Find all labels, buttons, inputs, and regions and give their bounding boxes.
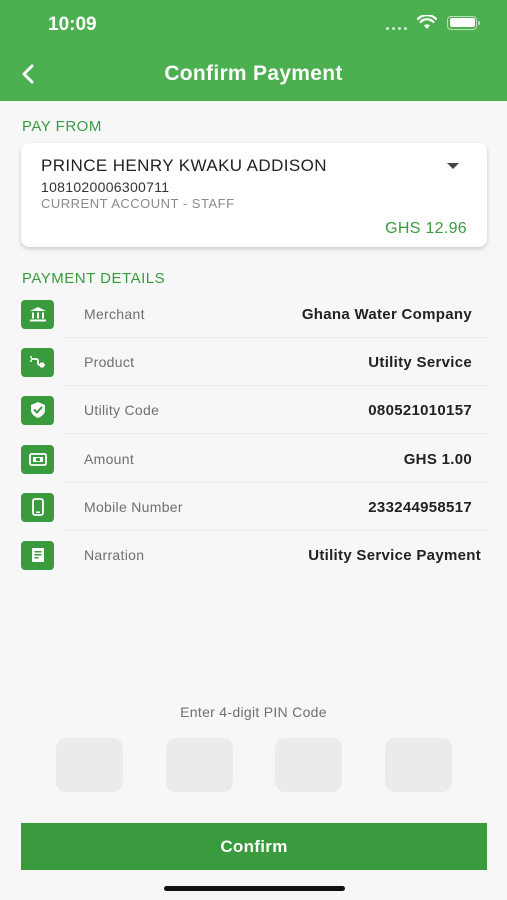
detail-label: Product <box>84 354 135 370</box>
detail-label: Merchant <box>84 306 145 322</box>
status-time: 10:09 <box>48 14 97 35</box>
detail-label: Amount <box>84 451 135 467</box>
pin-label: Enter 4-digit PIN Code <box>180 704 327 720</box>
signal-icon <box>386 16 407 30</box>
detail-label: Narration <box>84 547 145 563</box>
detail-value: Utility Service <box>368 353 472 371</box>
mobile-phone-icon <box>21 492 54 522</box>
pin-digit-3[interactable] <box>275 738 342 792</box>
receipt-icon <box>21 540 54 570</box>
detail-row-utility-code: Utility Code 080521010157 <box>21 386 487 434</box>
detail-value: Ghana Water Company <box>301 305 472 323</box>
detail-row-narration: Narration Utility Service Payment <box>21 531 487 579</box>
detail-row-merchant: Merchant Ghana Water Company <box>21 290 487 338</box>
detail-value: 233244958517 <box>368 498 472 516</box>
account-selector[interactable]: PRINCE HENRY KWAKU ADDISON 1081020006300… <box>21 143 487 247</box>
detail-row-amount: Amount GHS 1.00 <box>21 435 487 483</box>
account-number: 1081020006300711 <box>41 179 170 195</box>
account-balance: GHS 12.96 <box>385 220 467 237</box>
pin-digit-4[interactable] <box>385 738 452 792</box>
detail-row-mobile-number: Mobile Number 233244958517 <box>21 483 487 531</box>
plug-icon <box>21 347 54 377</box>
page-title: Confirm Payment <box>164 62 343 85</box>
pin-digit-2[interactable] <box>166 738 233 792</box>
home-indicator[interactable] <box>164 886 345 891</box>
app-header: 10:09 Confirm Payment <box>0 0 507 101</box>
cash-icon <box>21 444 54 474</box>
battery-icon <box>447 15 480 30</box>
detail-value: Utility Service Payment <box>308 546 481 564</box>
detail-label: Mobile Number <box>84 499 183 515</box>
detail-value: 080521010157 <box>368 401 472 419</box>
bank-icon <box>21 299 54 329</box>
detail-label: Utility Code <box>84 402 160 418</box>
detail-row-product: Product Utility Service <box>21 338 487 386</box>
status-icons <box>386 15 480 30</box>
account-name: PRINCE HENRY KWAKU ADDISON <box>41 156 327 175</box>
account-type: CURRENT ACCOUNT - STAFF <box>41 196 235 211</box>
confirm-button[interactable]: Confirm <box>21 823 487 870</box>
pay-from-label: PAY FROM <box>22 118 102 135</box>
pin-digit-1[interactable] <box>56 738 123 792</box>
payment-details-label: PAYMENT DETAILS <box>22 270 166 287</box>
dropdown-caret-icon[interactable] <box>447 163 459 169</box>
shield-check-icon <box>21 395 54 425</box>
wifi-icon <box>417 15 437 29</box>
detail-value: GHS 1.00 <box>403 450 472 468</box>
